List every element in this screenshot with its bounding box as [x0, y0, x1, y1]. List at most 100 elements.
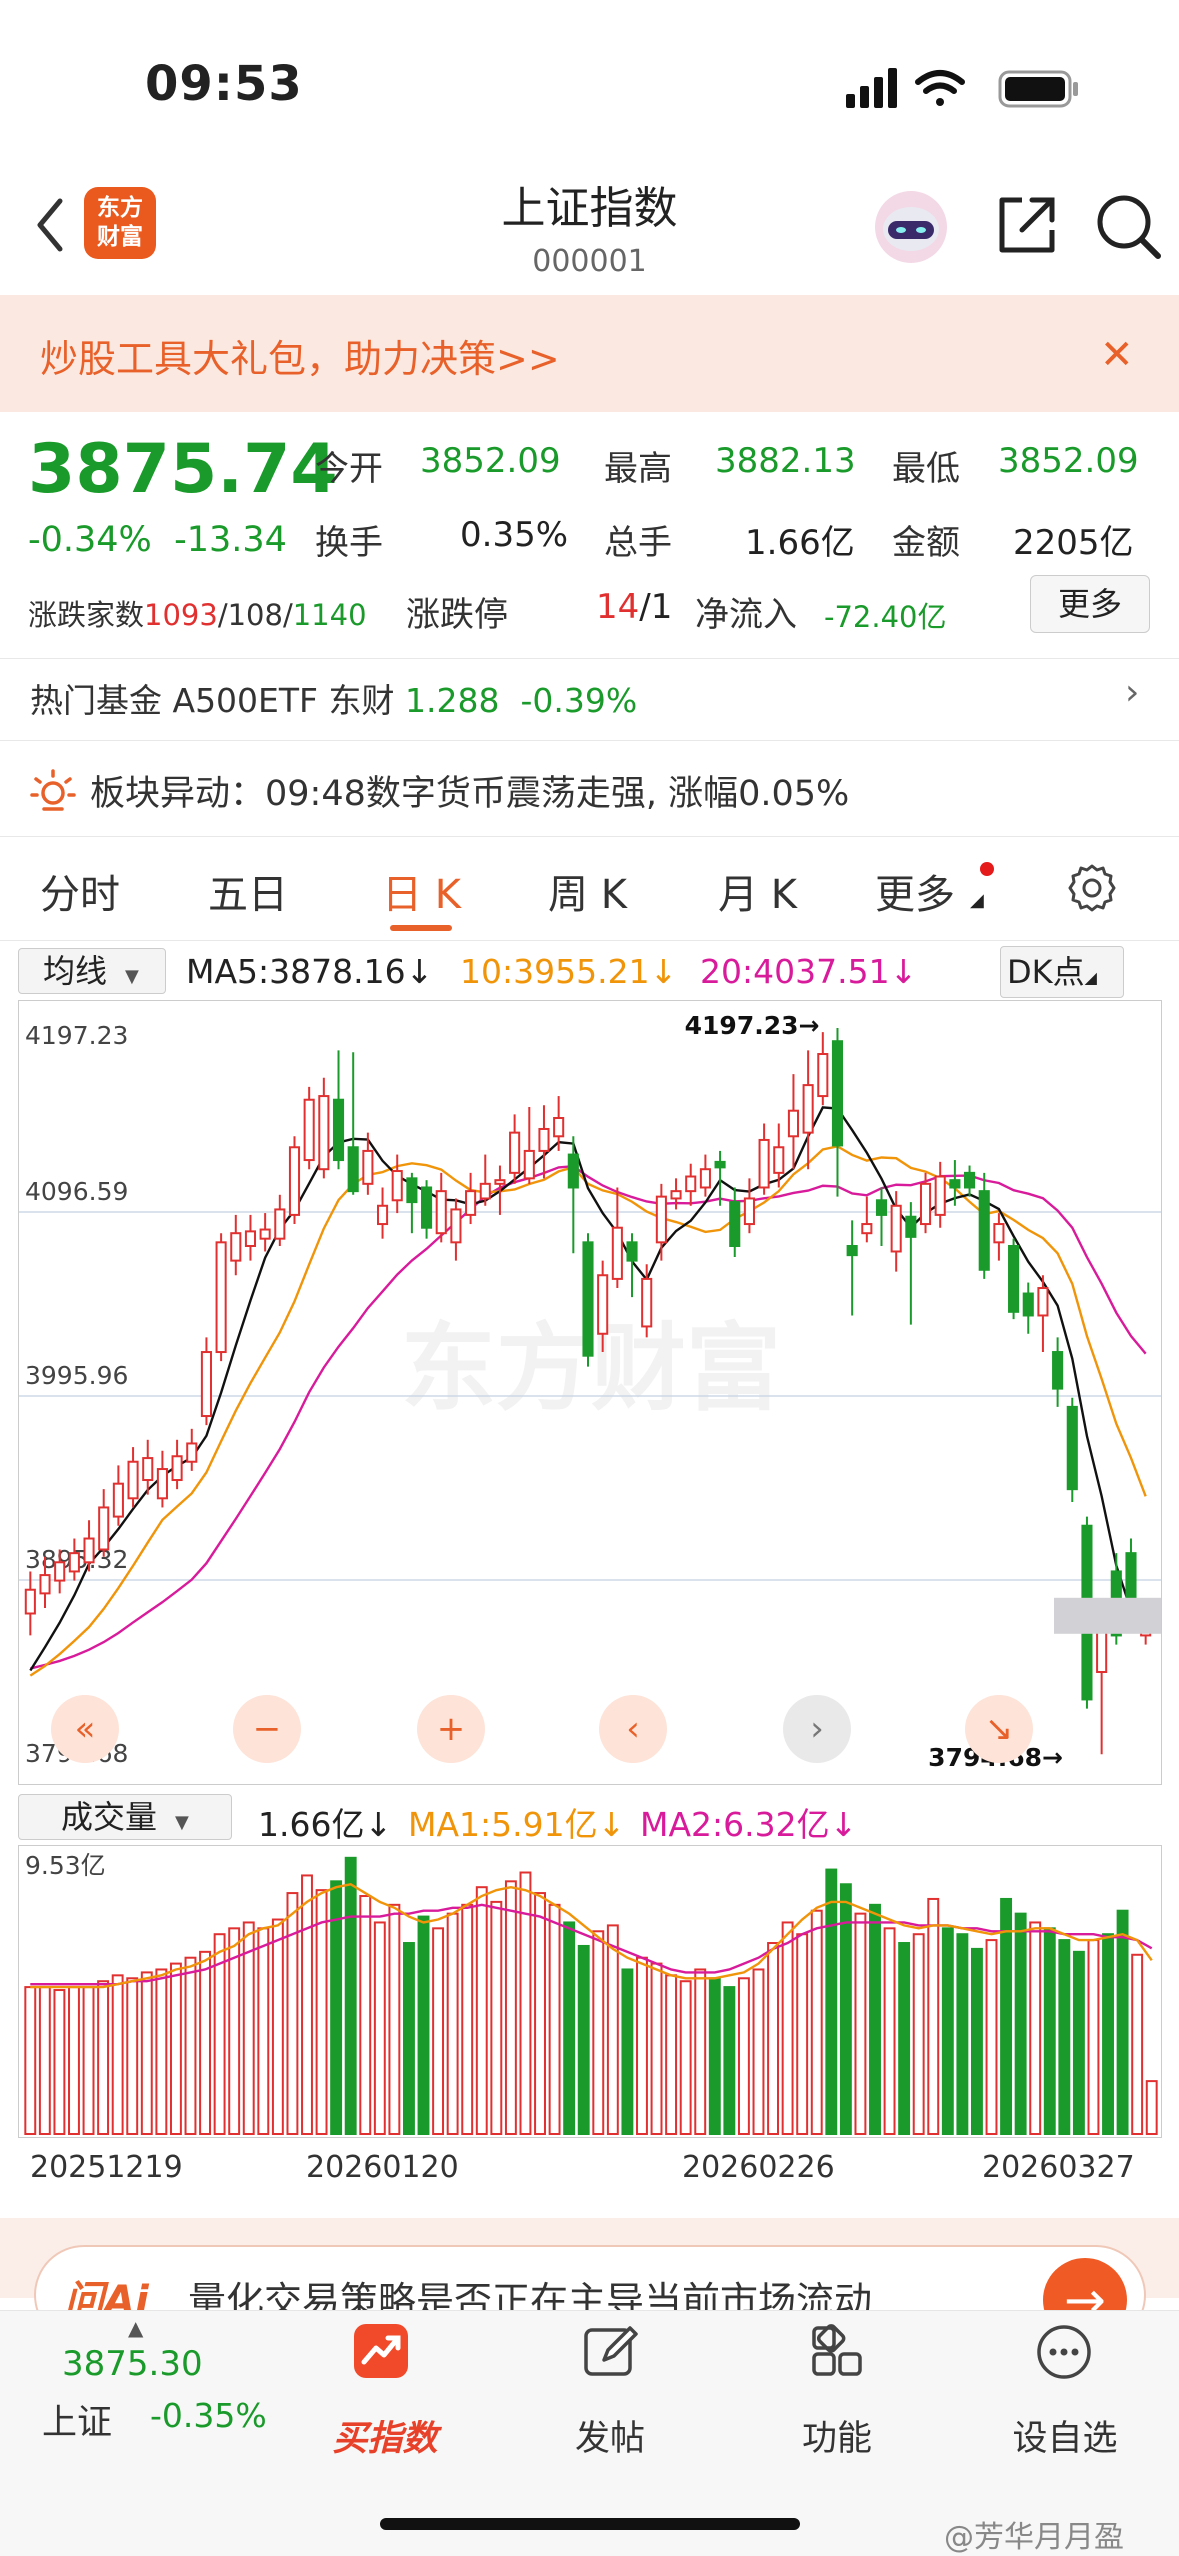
chart-tool-button[interactable]: ‹ — [599, 1695, 667, 1763]
volume-bar — [53, 1989, 66, 2135]
bottom-price[interactable]: 3875.30 — [62, 2344, 203, 2384]
candle — [215, 1241, 227, 1354]
volume-bar — [1058, 1939, 1071, 2135]
volume-bar — [767, 1942, 780, 2135]
candle — [509, 1131, 521, 1174]
function-button[interactable]: 功能 — [777, 2410, 897, 2461]
chart-tool-button[interactable]: › — [783, 1695, 851, 1763]
bottom-pct[interactable]: -0.35% — [150, 2396, 267, 2435]
wifi-icon — [915, 70, 965, 106]
share-icon[interactable] — [994, 192, 1060, 258]
more-button[interactable]: 更多 — [1030, 575, 1150, 633]
chart-tool-glyph: + — [437, 1709, 466, 1749]
tab-weekly-k[interactable]: 周 K — [548, 862, 627, 920]
candle — [494, 1179, 506, 1185]
candle — [435, 1190, 447, 1235]
gear-icon[interactable] — [1066, 862, 1118, 914]
volume-bar — [82, 1986, 95, 2135]
bottom-index-name[interactable]: 上证 — [42, 2394, 112, 2445]
candle — [259, 1228, 271, 1240]
volume-bar — [650, 1962, 663, 2136]
chart-tool-glyph: › — [810, 1709, 824, 1749]
indicator-select[interactable]: 均线 ▼ — [18, 948, 166, 994]
volume-bar — [825, 1868, 838, 2136]
more-dots-icon[interactable] — [1034, 2322, 1094, 2382]
volume-chart[interactable]: 9.53亿 — [18, 1845, 1162, 2138]
volume-bar — [1014, 1912, 1027, 2135]
candle — [964, 1171, 976, 1189]
volume-y-tick: 9.53亿 — [25, 1851, 106, 1880]
search-icon[interactable] — [1094, 192, 1164, 262]
volume-bar — [155, 1968, 168, 2135]
edit-icon[interactable] — [580, 2322, 640, 2382]
amount-label: 金额 — [892, 523, 960, 563]
volume-bar — [737, 1977, 750, 2135]
inflow-label: 净流入 — [695, 595, 797, 635]
candle — [200, 1351, 212, 1418]
candle — [890, 1204, 902, 1253]
candle — [905, 1215, 917, 1238]
candle — [171, 1455, 183, 1482]
volume-bar — [446, 1912, 459, 2135]
add-watchlist-button[interactable]: 设自选 — [1000, 2410, 1130, 2461]
volume-bar — [68, 1986, 80, 2135]
volume-bar — [257, 1927, 270, 2136]
robot-assistant-icon[interactable] — [866, 185, 956, 265]
volume-bar — [126, 1977, 139, 2135]
chart-tool-button[interactable]: « — [51, 1695, 119, 1763]
chevron-right-icon[interactable]: › — [1125, 672, 1139, 713]
buy-chart-icon[interactable] — [352, 2322, 410, 2380]
chart-tool-button[interactable]: − — [233, 1695, 301, 1763]
dk-point-button[interactable]: DK点◢ — [1000, 946, 1124, 998]
volume-bar — [694, 1968, 707, 2135]
candlestick-chart[interactable]: 东方财富4197.234096.593995.963895.323794.684… — [18, 1000, 1162, 1785]
caret-up-icon: ▲ — [128, 2316, 144, 2340]
candle — [347, 1146, 359, 1193]
candle — [861, 1223, 873, 1235]
volume-value-label: 1.66亿↓ — [258, 1805, 393, 1844]
tab-five-day[interactable]: 五日 — [208, 862, 288, 920]
volume-bar — [577, 1944, 590, 2136]
tab-monthly-k[interactable]: 月 K — [718, 862, 797, 920]
chart-tool-button[interactable]: + — [417, 1695, 485, 1763]
candle — [1022, 1292, 1034, 1317]
candle — [831, 1040, 844, 1147]
candle — [142, 1457, 154, 1482]
volume-bar — [1102, 1933, 1114, 2135]
caret-icon: ◢ — [970, 890, 984, 911]
candle — [68, 1552, 80, 1573]
chart-tool-button[interactable]: ↘ — [965, 1695, 1033, 1763]
vol-ma1-label: MA1:5.91亿↓ — [408, 1805, 626, 1844]
watermark: @芳华月月盈 — [944, 2520, 1124, 2555]
volume-bar — [490, 1900, 503, 2135]
hot-fund[interactable]: 热门基金 A500ETF 东财 1.288 -0.39% — [30, 674, 637, 722]
post-button[interactable]: 发帖 — [550, 2410, 670, 2461]
tab-more[interactable]: 更多 — [875, 862, 955, 920]
volume-bar — [941, 1927, 954, 2136]
close-icon[interactable]: ✕ — [1100, 332, 1134, 378]
promo-text[interactable]: 炒股工具大礼包，助力决策>> — [40, 328, 560, 383]
tab-daily-k[interactable]: 日 K — [382, 862, 461, 920]
sector-alert[interactable]: 板块异动：09:48数字货币震荡走强, 涨幅0.05% — [90, 765, 849, 816]
volume-select[interactable]: 成交量 ▼ — [18, 1794, 232, 1840]
candle — [376, 1204, 389, 1226]
tab-intraday[interactable]: 分时 — [40, 862, 120, 920]
candle — [362, 1149, 374, 1185]
buy-index-button[interactable]: 买指数 — [320, 2410, 450, 2461]
volume-bar — [359, 1895, 372, 2135]
volume-bar — [912, 1933, 925, 2135]
grid-icon[interactable] — [808, 2322, 866, 2380]
volume-bar — [1087, 1939, 1100, 2135]
candle — [1008, 1244, 1020, 1313]
volume-bar — [1000, 1897, 1013, 2136]
x-tick-4: 20260327 — [982, 2150, 1135, 2185]
volume-label: 总手 — [604, 523, 672, 563]
candle — [156, 1468, 168, 1500]
volume-bar — [665, 1974, 678, 2135]
open-label: 今开 — [315, 449, 383, 489]
volume-bar — [1145, 2080, 1158, 2136]
candle — [24, 1588, 36, 1615]
candle — [743, 1197, 755, 1226]
volume-bar — [315, 1889, 328, 2136]
candle — [1052, 1351, 1064, 1390]
